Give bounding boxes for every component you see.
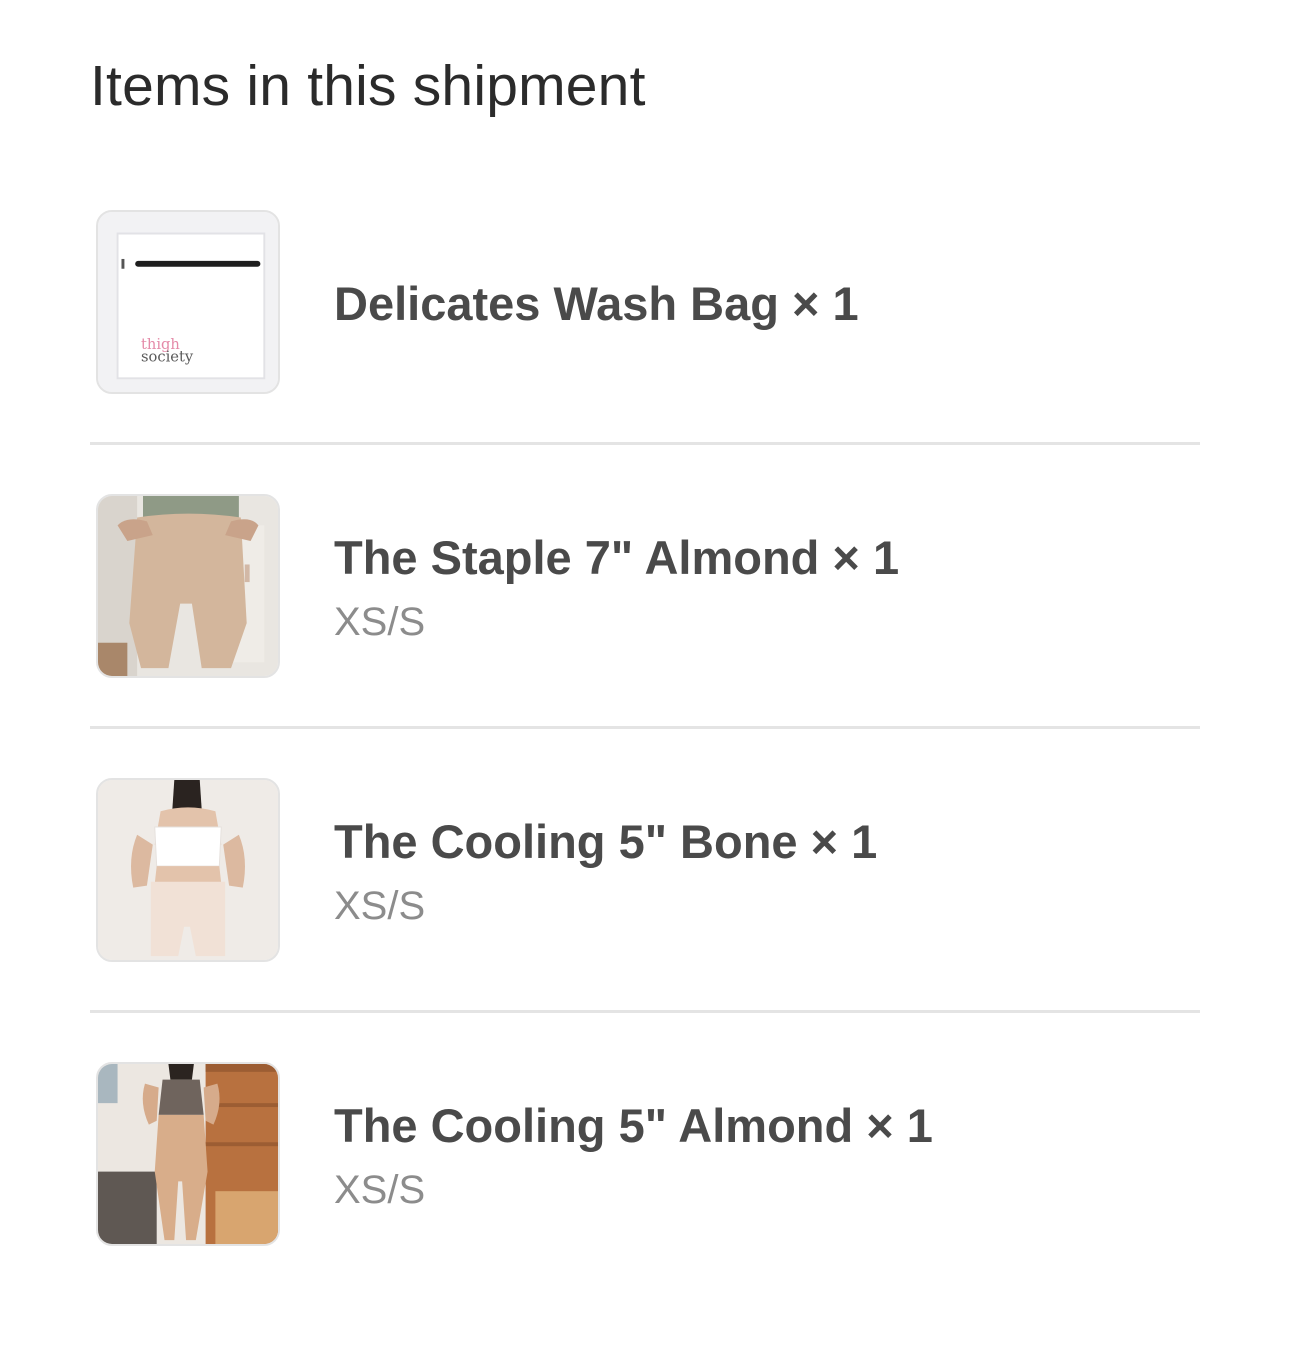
- cooling-bone-thumbnail: [96, 778, 280, 962]
- item-name: The Staple 7" Almond × 1: [334, 531, 900, 584]
- item-name: The Cooling 5" Bone × 1: [334, 815, 878, 868]
- cooling-almond-thumbnail: [96, 1062, 280, 1246]
- shipment-item-staple-almond[interactable]: The Staple 7" Almond × 1 XS/S: [90, 444, 1200, 728]
- staple-almond-thumbnail: [96, 494, 280, 678]
- item-variant: XS/S: [334, 884, 426, 928]
- wash-bag-thumbnail: thigh society: [96, 210, 280, 394]
- shipment-item-wash-bag[interactable]: thigh society Delicates Wash Bag × 1: [90, 160, 1200, 444]
- item-name: The Cooling 5" Almond × 1: [334, 1099, 933, 1152]
- item-name: Delicates Wash Bag × 1: [334, 277, 859, 330]
- item-variant: XS/S: [334, 600, 426, 644]
- shipment-item-cooling-almond[interactable]: The Cooling 5" Almond × 1 XS/S: [90, 1012, 1200, 1296]
- brand-logo-society: society: [141, 349, 194, 366]
- section-title: Items in this shipment: [90, 54, 646, 118]
- shipment-item-cooling-bone[interactable]: The Cooling 5" Bone × 1 XS/S: [90, 728, 1200, 1012]
- item-variant: XS/S: [334, 1168, 426, 1212]
